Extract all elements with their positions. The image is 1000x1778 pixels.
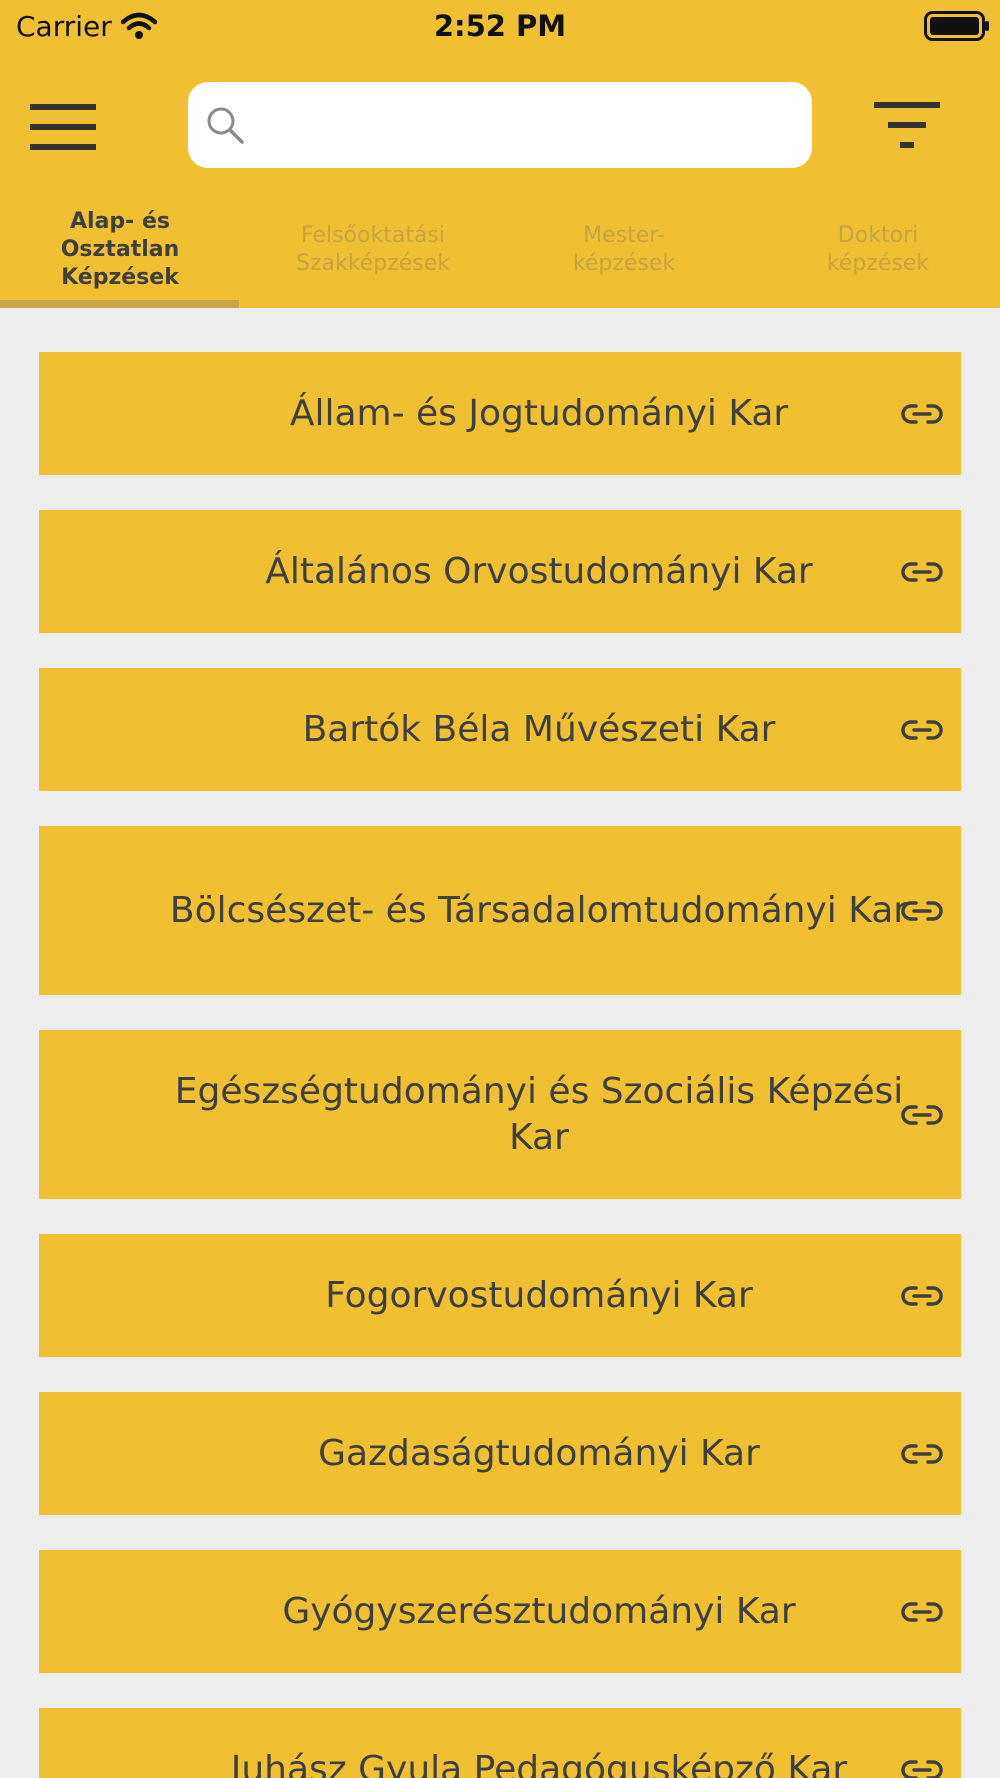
tab-label: Mester-képzések	[572, 223, 676, 276]
tab-alap-es-osztatlan-kepzesek[interactable]: Alap- és Osztatlan Képzések	[0, 200, 240, 300]
link-icon	[901, 719, 943, 740]
list-item[interactable]: Gazdaságtudományi Kar	[39, 1392, 961, 1515]
faculty-name: Egészségtudományi és Szociális Képzési K…	[174, 1070, 904, 1158]
faculty-name: Állam- és Jogtudományi Kar	[289, 392, 789, 434]
search-bar[interactable]	[188, 82, 812, 168]
faculty-name: Fogorvostudományi Kar	[325, 1274, 753, 1316]
list-item[interactable]: Általános Orvostudományi Kar	[39, 510, 961, 633]
list-item[interactable]: Bölcsészet- és Társadalomtudományi Kar	[39, 826, 961, 995]
tab-label: Felsőoktatási Szakképzések	[295, 223, 450, 276]
faculty-name: Juhász Gyula Pedagógusképző Kar	[230, 1748, 848, 1778]
status-time: 2:52 PM	[433, 9, 567, 43]
link-icon	[901, 1601, 943, 1622]
link-icon	[901, 1104, 943, 1125]
link-icon	[901, 1759, 943, 1778]
list-item[interactable]: Egészségtudományi és Szociális Képzési K…	[39, 1030, 961, 1199]
battery-icon	[924, 11, 990, 45]
tab-label: Doktori képzések	[826, 223, 930, 276]
list-item[interactable]: Állam- és Jogtudományi Kar	[39, 352, 961, 475]
search-input[interactable]	[258, 100, 788, 150]
list-item[interactable]: Juhász Gyula Pedagógusképző Kar	[39, 1708, 961, 1778]
search-icon	[206, 106, 246, 150]
faculty-name: Gyógyszerésztudományi Kar	[282, 1590, 796, 1632]
list-item[interactable]: Bartók Béla Művészeti Kar	[39, 668, 961, 791]
tab-mesterkepzesek[interactable]: Mester-képzések	[504, 200, 744, 300]
faculty-name: Gazdaságtudományi Kar	[318, 1432, 760, 1474]
tab-doktori-kepzesek[interactable]: Doktori képzések	[758, 200, 998, 300]
tab-felsooktatasi-szakkepzesek[interactable]: Felsőoktatási Szakképzések	[253, 200, 493, 300]
faculty-list[interactable]: Állam- és Jogtudományi Kar Általános Orv…	[0, 308, 1000, 1778]
link-icon	[901, 1285, 943, 1306]
app-header: Carrier 2:52 PM Alap- és Osztatlan Képzé…	[0, 0, 1000, 308]
tab-label: Alap- és Osztatlan Képzések	[60, 209, 180, 290]
link-icon	[901, 403, 943, 424]
link-icon	[901, 1443, 943, 1464]
list-item[interactable]: Fogorvostudományi Kar	[39, 1234, 961, 1357]
filter-icon[interactable]	[874, 102, 940, 150]
link-icon	[901, 561, 943, 582]
active-tab-indicator	[0, 300, 239, 308]
list-item[interactable]: Gyógyszerésztudományi Kar	[39, 1550, 961, 1673]
faculty-name: Általános Orvostudományi Kar	[265, 550, 813, 592]
link-icon	[901, 900, 943, 921]
faculty-name: Bölcsészet- és Társadalomtudományi Kar	[169, 889, 909, 931]
hamburger-menu-icon[interactable]	[30, 104, 96, 150]
faculty-name: Bartók Béla Művészeti Kar	[302, 708, 776, 750]
status-bar: Carrier 2:52 PM	[0, 0, 1000, 52]
